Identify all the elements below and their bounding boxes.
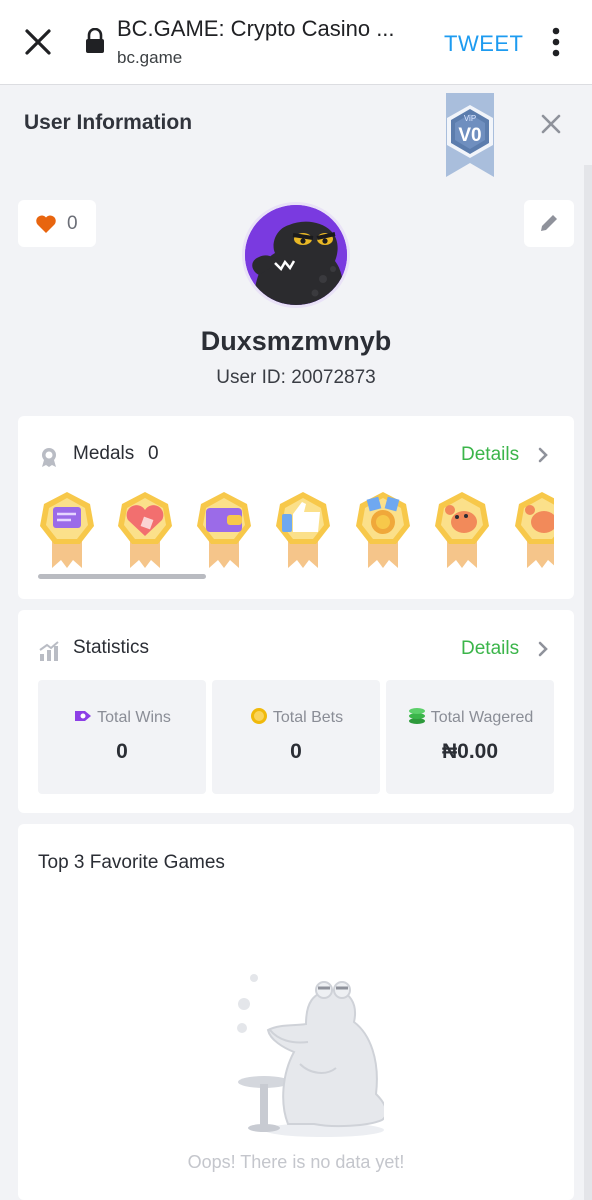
more-vertical-icon[interactable] bbox=[546, 26, 566, 58]
avatar[interactable] bbox=[242, 202, 350, 308]
wallet-medal-icon[interactable] bbox=[195, 490, 253, 570]
scrollbar[interactable] bbox=[584, 165, 592, 1200]
empty-crocodile-illustration bbox=[237, 974, 384, 1137]
browser-toolbar: BC.GAME: Crypto Casino ... bc.game TWEET bbox=[0, 0, 592, 85]
stat-label: Total Bets bbox=[272, 709, 344, 726]
like-button[interactable]: 0 bbox=[18, 200, 96, 247]
statistics-details-link[interactable]: Details bbox=[461, 638, 519, 660]
stat-total-wagered: Total Wagered ₦0.00 bbox=[386, 680, 554, 794]
crab-medal-icon[interactable] bbox=[433, 490, 491, 570]
coin-medal-icon[interactable] bbox=[354, 490, 412, 570]
ticket-icon bbox=[75, 711, 92, 721]
favorite-games-title: Top 3 Favorite Games bbox=[38, 852, 225, 873]
stat-total-bets: Total Bets 0 bbox=[212, 680, 380, 794]
close-panel-icon[interactable] bbox=[536, 109, 566, 139]
chat-medal-icon[interactable] bbox=[38, 490, 96, 570]
medals-details-link[interactable]: Details bbox=[461, 444, 519, 466]
favorite-games-card: Top 3 Favorite Games Oops! There is no d… bbox=[18, 824, 574, 1200]
medal-icon bbox=[42, 448, 56, 467]
user-information-title: User Information bbox=[24, 111, 193, 134]
bar-chart-icon bbox=[39, 641, 59, 661]
username: Duxsmzmvnyb bbox=[200, 326, 392, 356]
chevron-right-icon[interactable] bbox=[535, 444, 551, 466]
coin-icon bbox=[250, 708, 267, 724]
stat-label: Total Wins bbox=[97, 709, 171, 726]
vip-small-label: ViP bbox=[463, 114, 477, 123]
pencil-icon bbox=[541, 215, 557, 231]
heart-medal-icon[interactable] bbox=[116, 490, 174, 570]
page-url: bc.game bbox=[117, 48, 183, 67]
stat-value: 0 bbox=[290, 740, 302, 763]
medals-list[interactable] bbox=[38, 490, 554, 570]
lock-icon bbox=[86, 28, 104, 53]
chevron-right-icon[interactable] bbox=[535, 638, 551, 660]
stat-value: 0 bbox=[116, 740, 128, 763]
vip-badge[interactable]: ViP V0 bbox=[438, 93, 502, 177]
close-icon[interactable] bbox=[18, 22, 58, 62]
crab-medal-icon[interactable] bbox=[513, 490, 554, 570]
statistics-card: Statistics Details Total Wins 0 Total Be… bbox=[18, 610, 574, 813]
vip-level: V0 bbox=[458, 125, 482, 146]
tweet-button[interactable]: TWEET bbox=[444, 31, 524, 57]
like-count: 0 bbox=[67, 213, 78, 234]
stat-total-wins: Total Wins 0 bbox=[38, 680, 206, 794]
edit-profile-button[interactable] bbox=[524, 200, 574, 247]
medals-scroll-indicator[interactable] bbox=[38, 574, 206, 579]
medals-count: 0 bbox=[148, 443, 159, 464]
thumbs-up-medal-icon[interactable] bbox=[274, 490, 332, 570]
medals-title: Medals bbox=[73, 443, 135, 464]
stack-icon bbox=[408, 708, 425, 724]
empty-state-message: Oops! There is no data yet! bbox=[187, 1152, 405, 1172]
statistics-title: Statistics bbox=[73, 637, 150, 658]
stat-value: ₦0.00 bbox=[441, 740, 499, 763]
page-title: BC.GAME: Crypto Casino ... bbox=[117, 16, 395, 41]
heart-icon bbox=[36, 215, 56, 233]
stat-label: Total Wagered bbox=[430, 709, 534, 726]
dinosaur-avatar-icon bbox=[245, 205, 347, 305]
medals-card: Medals 0 Details bbox=[18, 416, 574, 599]
user-id: User ID: 20072873 bbox=[216, 367, 376, 388]
